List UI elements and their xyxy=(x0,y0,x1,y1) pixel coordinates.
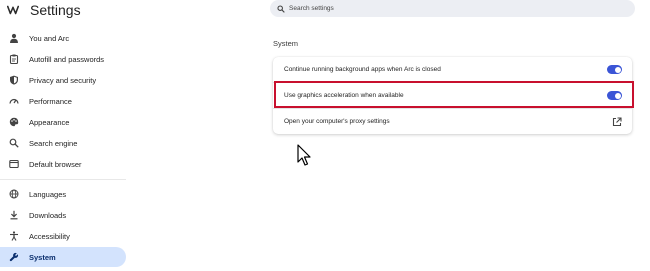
mouse-cursor-icon xyxy=(297,144,311,166)
sidebar-item-label: Appearance xyxy=(29,117,70,127)
sidebar-item-default-browser[interactable]: Default browser xyxy=(0,154,126,174)
sidebar-item-privacy[interactable]: Privacy and security xyxy=(0,70,126,90)
setting-row-background-apps[interactable]: Continue running background apps when Ar… xyxy=(273,57,632,82)
background-apps-toggle[interactable] xyxy=(607,65,622,74)
sidebar-item-label: Accessibility xyxy=(29,231,70,241)
external-link-icon[interactable] xyxy=(612,117,622,127)
sidebar-item-you-and-arc[interactable]: You and Arc xyxy=(0,28,126,48)
page-title: Settings xyxy=(30,2,81,18)
setting-row-proxy-settings[interactable]: Open your computer's proxy settings xyxy=(273,108,632,134)
highlight-box xyxy=(274,81,634,108)
sidebar-item-label: You and Arc xyxy=(29,33,70,43)
sidebar-item-label: Performance xyxy=(29,96,72,106)
sidebar-item-downloads[interactable]: Downloads xyxy=(0,205,126,225)
globe-icon xyxy=(8,188,20,200)
search-bar[interactable] xyxy=(270,0,635,17)
speedometer-icon xyxy=(8,95,20,107)
sidebar-item-label: Downloads xyxy=(29,210,67,220)
search-icon xyxy=(8,137,20,149)
wrench-icon xyxy=(8,251,20,263)
accessibility-icon xyxy=(8,230,20,242)
section-title: System xyxy=(273,39,299,48)
sidebar-item-languages[interactable]: Languages xyxy=(0,184,126,204)
browser-icon xyxy=(8,158,20,170)
sidebar-item-label: Default browser xyxy=(29,159,82,169)
sidebar-item-label: Privacy and security xyxy=(29,75,97,85)
sidebar-item-search-engine[interactable]: Search engine xyxy=(0,133,126,153)
shield-icon xyxy=(8,74,20,86)
setting-label: Continue running background apps when Ar… xyxy=(284,66,441,73)
sidebar-item-label: Autofill and passwords xyxy=(29,54,105,64)
sidebar: Settings You and Arc Autofill and passwo… xyxy=(0,0,130,271)
brand: Settings xyxy=(6,2,81,18)
search-icon xyxy=(277,4,285,13)
sidebar-item-performance[interactable]: Performance xyxy=(0,91,126,111)
sidebar-item-system[interactable]: System xyxy=(0,247,126,267)
sidebar-item-appearance[interactable]: Appearance xyxy=(0,112,126,132)
setting-label: Open your computer's proxy settings xyxy=(284,118,390,125)
search-input[interactable] xyxy=(289,5,609,12)
sidebar-item-label: Search engine xyxy=(29,138,78,148)
sidebar-item-accessibility[interactable]: Accessibility xyxy=(0,226,126,246)
palette-icon xyxy=(8,116,20,128)
sidebar-item-label: Languages xyxy=(29,189,67,199)
download-icon xyxy=(8,209,20,221)
clipboard-icon xyxy=(8,53,20,65)
sidebar-item-autofill[interactable]: Autofill and passwords xyxy=(0,49,126,69)
person-icon xyxy=(8,32,20,44)
sidebar-item-label: System xyxy=(29,252,56,262)
sidebar-divider xyxy=(0,179,126,180)
arc-logo-icon xyxy=(6,5,20,15)
